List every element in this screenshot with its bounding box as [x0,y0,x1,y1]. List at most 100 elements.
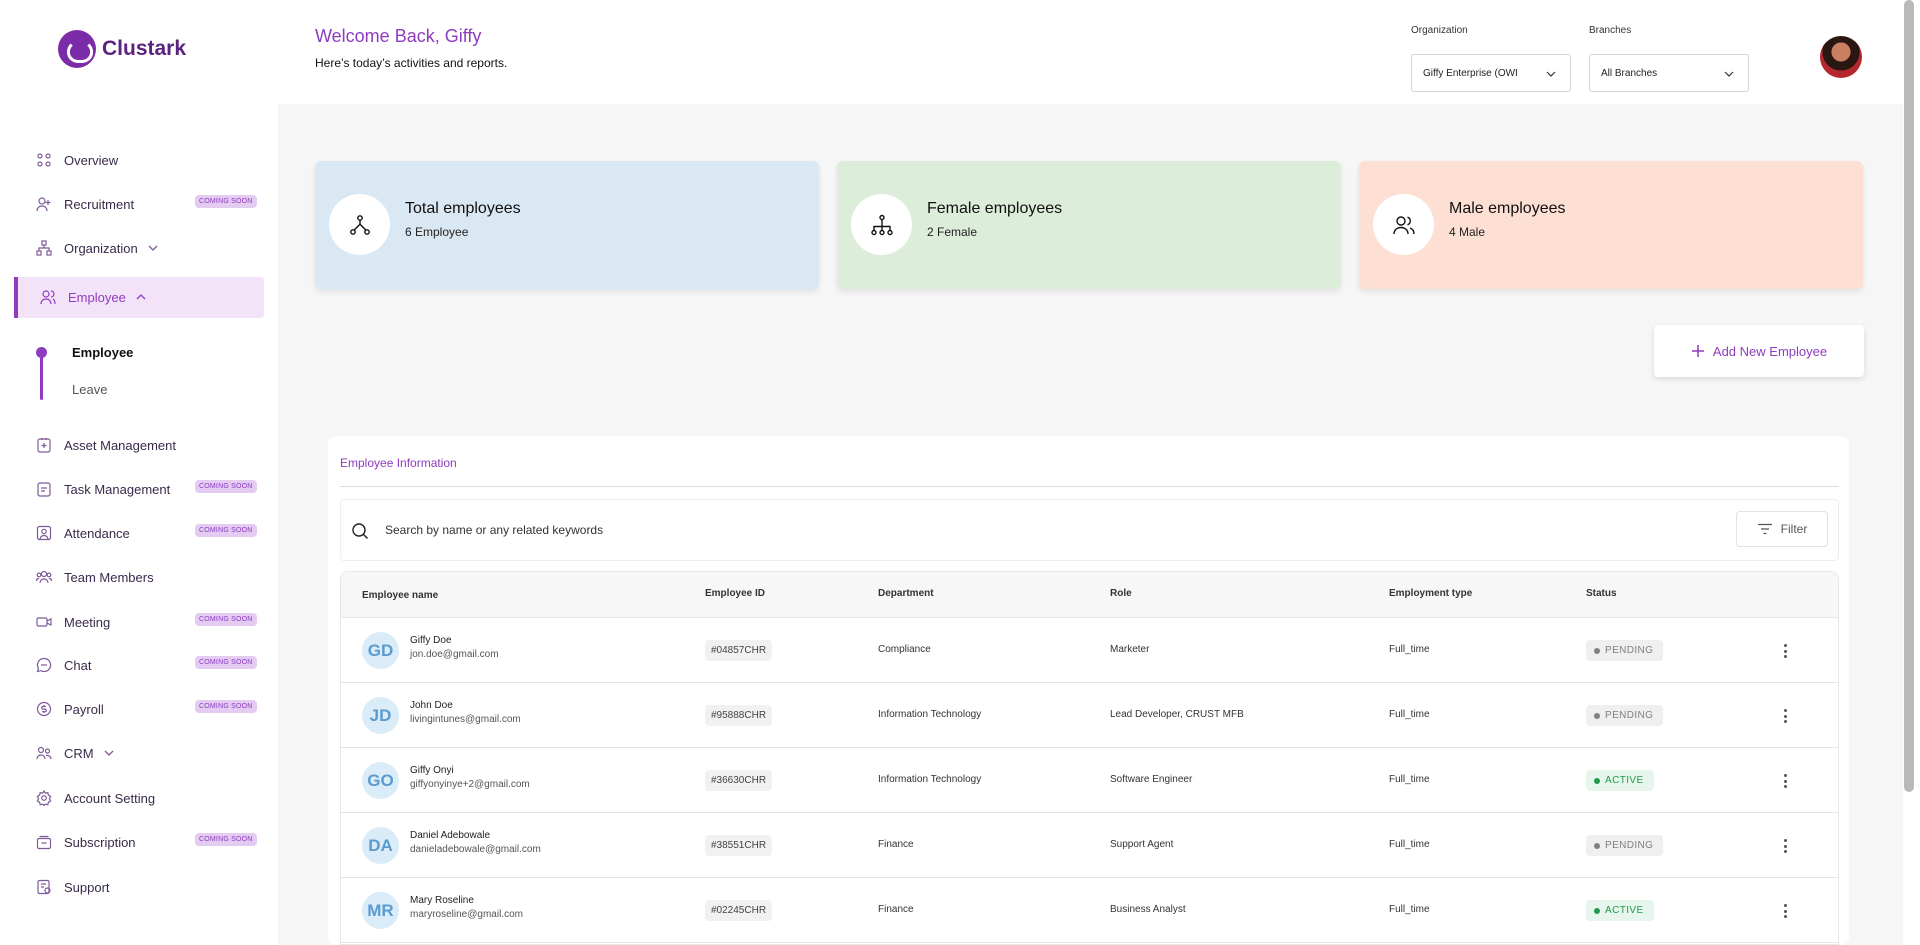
employee-avatar: GO [362,762,399,799]
more-options-icon[interactable] [1783,709,1787,723]
table-row[interactable]: JD John Doe livingintunes@gmail.com #958… [341,683,1838,748]
more-options-icon[interactable] [1783,644,1787,658]
chevron-down-icon [104,748,114,758]
more-options-icon[interactable] [1783,904,1787,918]
filter-icon [1757,523,1772,535]
card-title: Total employees [405,200,521,217]
coming-soon-badge: COMING SOON [195,700,257,713]
employment-type: Full_time [1389,774,1430,785]
table-row[interactable]: DA Daniel Adebowale danieladebowale@gmai… [341,813,1838,878]
sidebar-item-overview[interactable]: Overview [36,145,118,175]
employee-avatar: DA [362,827,399,864]
hierarchy-icon [349,214,370,235]
task-icon [36,481,52,497]
employee-role: Lead Developer, CRUST MFB [1110,709,1244,720]
sidebar-item-label: Team Members [64,569,154,585]
video-icon [36,614,52,630]
employee-email: giffyonyinye+2@gmail.com [410,779,530,790]
card-female-employees: Female employees 2 Female [837,161,1341,289]
card-total-employees: Total employees 6 Employee [315,161,819,289]
sidebar-item-recruitment[interactable]: Recruitment COMING SOON [36,189,266,219]
status-badge: PENDING [1586,705,1664,726]
employee-avatar: MR [362,892,399,929]
users-icon [1392,215,1415,234]
employee-email: danieladebowale@gmail.com [410,844,541,855]
sub-item-leave[interactable]: Leave [72,382,107,397]
scrollbar[interactable] [1904,0,1914,792]
status-badge: ACTIVE [1586,900,1654,921]
employee-information-panel: Employee Information Search by name or a… [328,436,1849,945]
employee-email: livingintunes@gmail.com [410,714,521,725]
divider [340,486,1839,487]
status-badge: ACTIVE [1586,770,1654,791]
employee-id: #04857CHR [705,640,773,661]
table-row[interactable]: MR Mary Roseline maryroseline@gmail.com … [341,878,1838,943]
coming-soon-badge: COMING SOON [195,613,257,626]
column-header-role: Role [1110,588,1132,599]
table-row[interactable]: GO Giffy Onyi giffyonyinye+2@gmail.com #… [341,748,1838,813]
sidebar: Clustark Overview Recruitment COMING SOO… [0,0,278,945]
card-title: Male employees [1449,200,1566,217]
logo[interactable]: Clustark [58,30,186,68]
sub-item-employee[interactable]: Employee [72,345,133,360]
user-avatar[interactable] [1820,36,1862,78]
status-badge: PENDING [1586,640,1664,661]
coming-soon-badge: COMING SOON [195,656,257,669]
branches-select-value: All Branches [1601,67,1658,79]
sidebar-item-meeting[interactable]: Meeting COMING SOON [36,607,266,637]
sidebar-item-label: Meeting [64,614,111,630]
sidebar-item-label: Asset Management [64,437,177,453]
employee-table: Employee name Employee ID Department Rol… [340,571,1839,945]
sidebar-item-label: Recruitment [64,196,135,212]
sidebar-item-label: Organization [64,240,138,256]
search-input[interactable]: Search by name or any related keywords F… [340,499,1839,561]
more-options-icon[interactable] [1783,774,1787,788]
grid-icon [36,152,52,168]
column-header-department: Department [878,588,934,599]
sidebar-item-payroll[interactable]: Payroll COMING SOON [36,694,266,724]
sidebar-item-task-management[interactable]: Task Management COMING SOON [36,474,266,504]
asset-icon [36,437,52,453]
sidebar-item-attendance[interactable]: Attendance COMING SOON [36,518,266,548]
employee-role: Business Analyst [1110,904,1186,915]
employee-id: #38551CHR [705,835,773,856]
employee-id: #95888CHR [705,705,773,726]
sidebar-item-employee[interactable]: Employee [40,282,146,312]
branches-select[interactable]: All Branches [1589,54,1749,92]
coming-soon-badge: COMING SOON [195,833,257,846]
sidebar-item-chat[interactable]: Chat COMING SOON [36,650,266,680]
sidebar-item-support[interactable]: Support [36,872,110,902]
filter-label: Filter [1780,522,1808,536]
org-chart-icon [36,240,52,256]
sidebar-item-crm[interactable]: CRM [36,738,114,768]
gear-icon [36,790,52,806]
status-badge: PENDING [1586,835,1664,856]
chevron-down-icon [1724,71,1734,77]
organization-select[interactable]: Giffy Enterprise (OWI [1411,54,1571,92]
chat-icon [36,657,52,673]
sidebar-item-organization[interactable]: Organization [36,233,158,263]
employee-avatar: JD [362,697,399,734]
card-icon-circle [1373,194,1434,255]
employee-department: Information Technology [878,774,982,785]
employee-avatar: GD [362,632,399,669]
add-new-employee-button[interactable]: Add New Employee [1654,325,1864,377]
sidebar-item-subscription[interactable]: Subscription COMING SOON [36,827,266,857]
filter-button[interactable]: Filter [1736,511,1828,547]
users-icon [40,289,56,305]
sidebar-item-account-setting[interactable]: Account Setting [36,783,155,813]
sidebar-item-team-members[interactable]: Team Members [36,562,154,592]
search-icon [352,523,368,539]
table-header: Employee name Employee ID Department Rol… [341,572,1838,618]
more-options-icon[interactable] [1783,839,1787,853]
sidebar-item-asset-management[interactable]: Asset Management [36,430,176,460]
card-value: 6 Employee [405,225,469,239]
employee-name: Mary Roseline [410,895,474,906]
sidebar-item-label: Account Setting [64,790,156,806]
sidebar-item-label: Payroll [64,701,104,717]
table-row[interactable]: GD Giffy Doe jon.doe@gmail.com #04857CHR… [341,618,1838,683]
team-icon [36,569,52,585]
employee-id: #02245CHR [705,900,773,921]
plus-icon [1691,345,1704,357]
column-header-employee-name: Employee name [362,590,439,601]
